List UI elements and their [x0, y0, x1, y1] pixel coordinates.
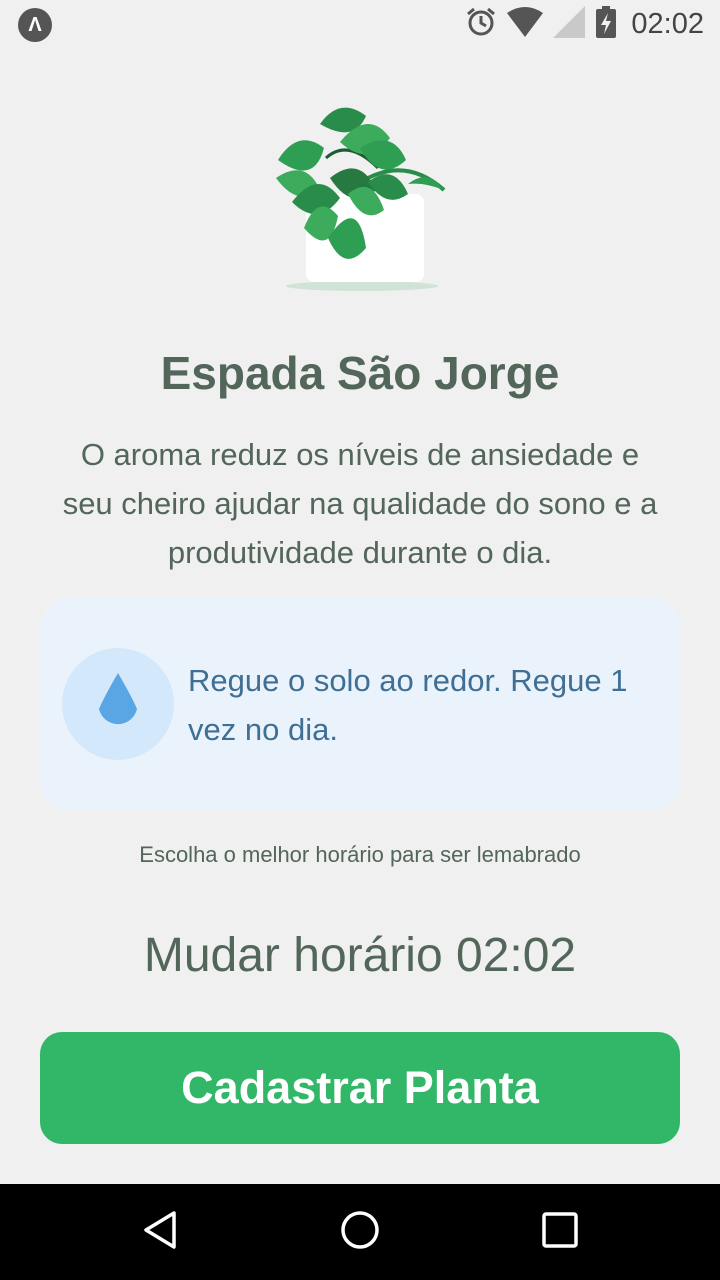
back-icon — [140, 1210, 180, 1255]
plant-illustration — [268, 98, 452, 298]
alarm-icon — [465, 6, 497, 43]
plant-description: O aroma reduz os níveis de ansiedade e s… — [62, 437, 658, 570]
recents-button[interactable] — [530, 1202, 590, 1262]
change-time-button[interactable]: Mudar horário 02:02 — [0, 928, 720, 983]
navigation-bar — [0, 1184, 720, 1280]
recents-icon — [540, 1210, 580, 1255]
water-drop-badge — [62, 648, 174, 760]
status-bar: Λ 02:02 — [0, 0, 720, 48]
reminder-hint: Escolha o melhor horário para ser lemabr… — [139, 842, 581, 867]
water-tip-text: Regue o solo ao redor. Regue 1 vez no di… — [188, 663, 628, 747]
water-drop-icon — [96, 671, 140, 738]
register-plant-button[interactable]: Cadastrar Planta — [40, 1032, 680, 1144]
home-icon — [340, 1210, 380, 1255]
wifi-icon — [507, 6, 544, 42]
signal-icon — [553, 5, 586, 43]
app-notification-icon: Λ — [18, 8, 52, 42]
status-icons: 02:02 — [465, 5, 704, 43]
water-tip-card: Regue o solo ao redor. Regue 1 vez no di… — [40, 598, 680, 810]
plant-name: Espada São Jorge — [160, 347, 560, 399]
home-button[interactable] — [330, 1202, 390, 1262]
back-button[interactable] — [130, 1202, 190, 1262]
battery-charging-icon — [595, 5, 617, 43]
status-time: 02:02 — [631, 7, 704, 40]
